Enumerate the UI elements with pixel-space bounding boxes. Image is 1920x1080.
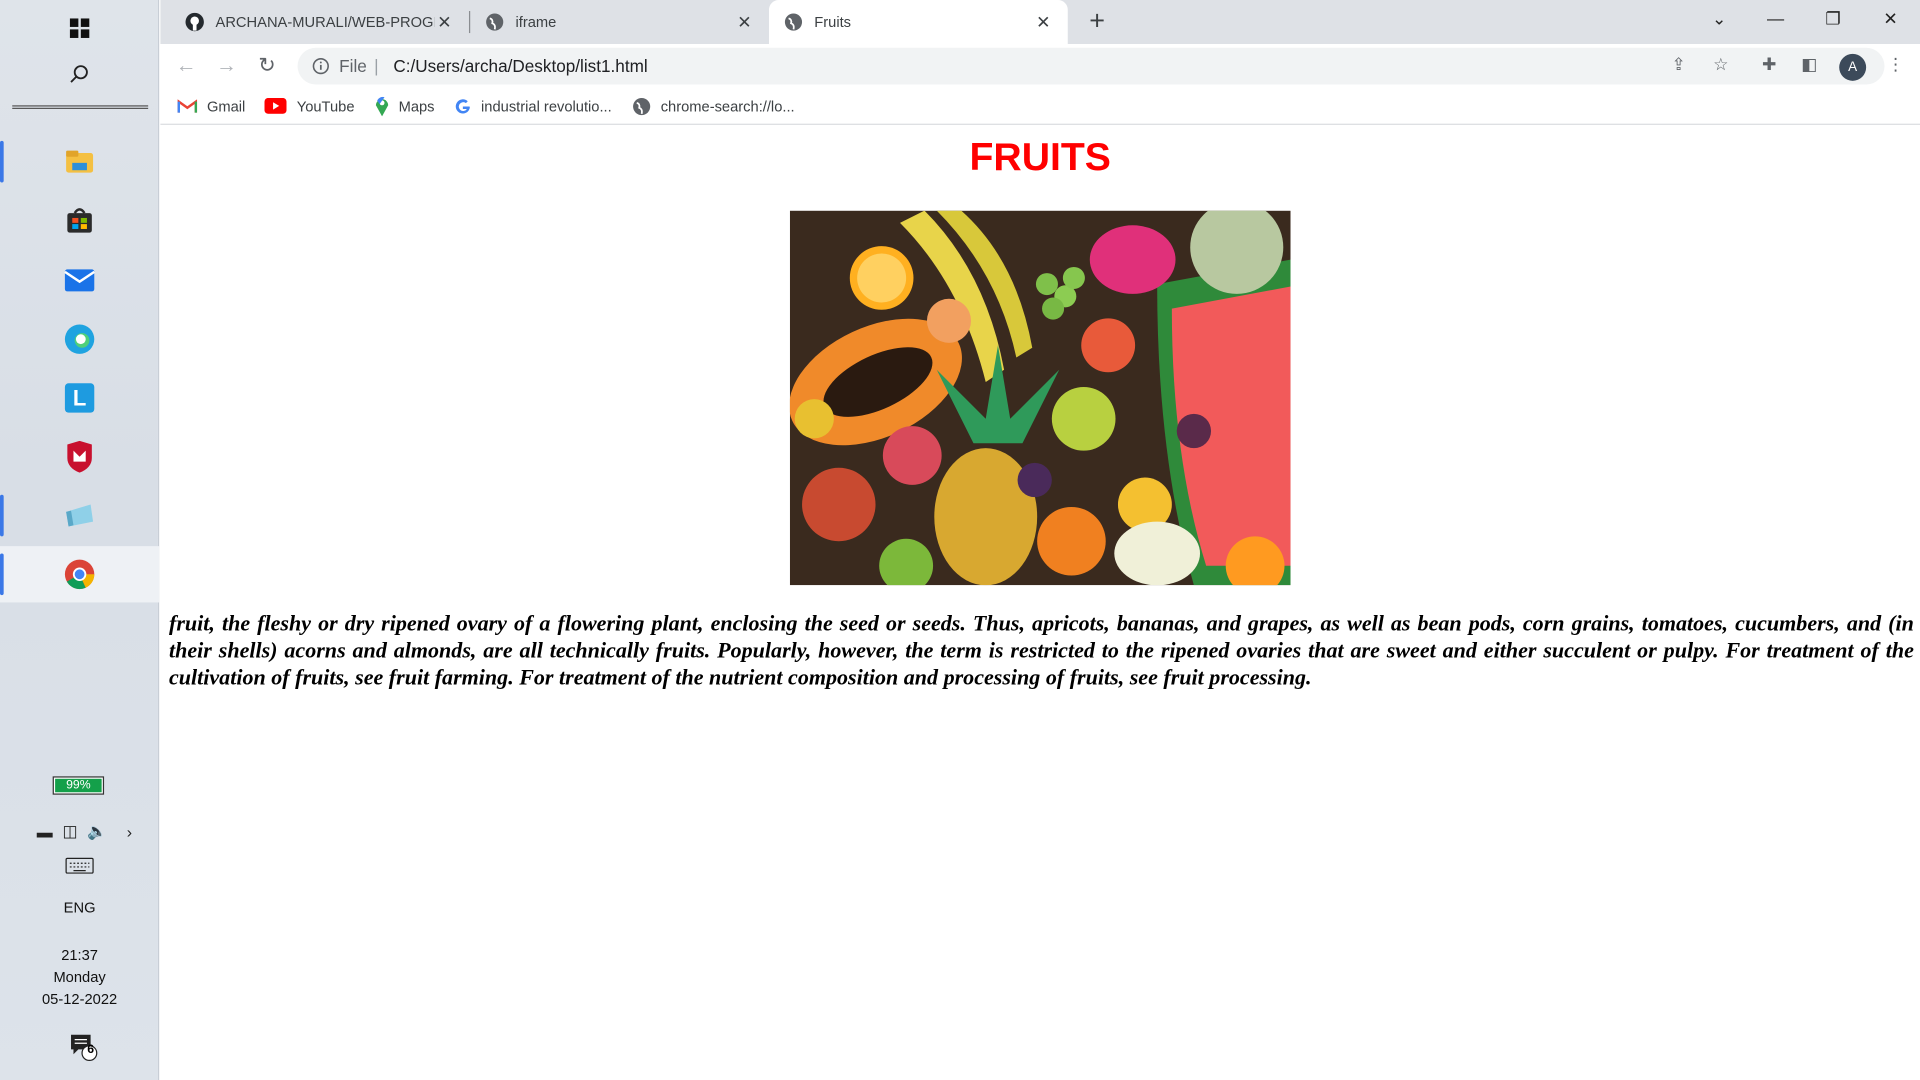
tab-title: iframe bbox=[515, 13, 557, 31]
mcafee-shield-icon bbox=[67, 440, 92, 473]
clock-date[interactable]: 05-12-2022 bbox=[0, 988, 159, 1010]
close-tab-icon[interactable]: ✕ bbox=[1033, 12, 1053, 33]
scheme-chip: File bbox=[339, 56, 367, 76]
store-icon bbox=[67, 208, 92, 233]
tab-github[interactable]: ARCHANA-MURALI/WEB-PROGR ✕ bbox=[170, 0, 469, 44]
close-window-button[interactable]: ✕ bbox=[1862, 0, 1918, 39]
page-viewport: FRUITS fruit, the fleshy or dry ripened … bbox=[160, 127, 1920, 1080]
page-heading: FRUITS bbox=[969, 134, 1111, 179]
bookmark-gmail[interactable]: Gmail bbox=[177, 97, 246, 115]
bookmark-label: industrial revolutio... bbox=[481, 97, 612, 115]
taskbar-app-chrome[interactable] bbox=[0, 546, 160, 603]
search-button[interactable] bbox=[0, 47, 159, 103]
mail-icon bbox=[64, 269, 95, 292]
chevron-right-icon[interactable]: › bbox=[127, 822, 132, 840]
language-indicator[interactable]: ENG bbox=[0, 896, 159, 918]
taskbar-app-file-explorer[interactable] bbox=[0, 133, 159, 189]
globe-icon bbox=[486, 13, 504, 31]
notes-icon bbox=[66, 504, 94, 527]
chrome-window: ARCHANA-MURALI/WEB-PROGR ✕ iframe ✕ Frui… bbox=[160, 0, 1920, 1080]
bookmark-industrial-revolution[interactable]: industrial revolutio... bbox=[454, 97, 612, 114]
address-bar[interactable]: File | C:/Users/archa/Desktop/list1.html bbox=[297, 47, 1885, 85]
folder-icon bbox=[66, 150, 94, 173]
restore-button[interactable]: ❐ bbox=[1805, 0, 1861, 39]
scheme-divider: | bbox=[374, 56, 379, 76]
keyboard-icon[interactable] bbox=[0, 857, 159, 880]
chrome-icon bbox=[64, 559, 95, 590]
bookmark-label: Gmail bbox=[206, 97, 246, 115]
taskbar-separator bbox=[12, 105, 149, 109]
side-panel-icon[interactable]: ◧ bbox=[1801, 54, 1817, 75]
edge-icon bbox=[64, 324, 95, 354]
maps-icon bbox=[375, 96, 388, 116]
share-icon[interactable]: ⇪ bbox=[1671, 54, 1685, 75]
fruit-description: fruit, the fleshy or dry ripened ovary o… bbox=[168, 611, 1914, 690]
profile-avatar[interactable]: A bbox=[1839, 53, 1867, 81]
search-icon bbox=[70, 65, 88, 83]
extensions-icon[interactable]: ✚ bbox=[1762, 54, 1776, 75]
running-indicator bbox=[0, 140, 4, 183]
bookmark-label: Maps bbox=[398, 97, 435, 115]
close-tab-icon[interactable]: ✕ bbox=[735, 12, 755, 33]
gmail-icon bbox=[177, 98, 198, 113]
running-indicator bbox=[0, 494, 4, 537]
fruits-image bbox=[789, 210, 1291, 586]
google-icon bbox=[455, 98, 470, 113]
new-tab-button[interactable]: + bbox=[1081, 6, 1113, 38]
taskbar-app-mail[interactable] bbox=[0, 252, 159, 308]
info-icon bbox=[312, 57, 329, 75]
menu-kebab-icon[interactable]: ⋮ bbox=[1887, 54, 1904, 75]
tab-title: Fruits bbox=[814, 13, 852, 31]
battery-indicator[interactable]: 99% bbox=[52, 776, 105, 795]
l-app-icon: L bbox=[64, 383, 95, 413]
clock-time[interactable]: 21:37 bbox=[0, 944, 159, 966]
taskbar-app-notes[interactable] bbox=[0, 487, 159, 543]
bookmark-label: YouTube bbox=[296, 97, 355, 115]
taskbar: L 99% ▬ ◫ 🔈 › ENG 21:37 Monday 05-12-202… bbox=[0, 0, 160, 1080]
taskbar-app-mcafee[interactable] bbox=[0, 429, 159, 485]
windows-icon bbox=[69, 18, 90, 38]
taskbar-app-l[interactable]: L bbox=[0, 370, 159, 426]
tab-iframe[interactable]: iframe ✕ bbox=[470, 0, 769, 44]
battery-percent: 99% bbox=[55, 778, 102, 793]
forward-button[interactable]: → bbox=[211, 50, 243, 82]
globe-icon bbox=[632, 97, 650, 115]
network-icon[interactable]: ▬ bbox=[37, 822, 53, 840]
bookmark-star-icon[interactable]: ☆ bbox=[1713, 54, 1728, 75]
notification-count: 6 bbox=[87, 1043, 95, 1057]
camera-icon[interactable]: ◫ bbox=[62, 822, 77, 842]
bookmarks-bar: Gmail YouTube Maps industrial revolutio.… bbox=[160, 88, 1920, 125]
back-button[interactable]: ← bbox=[170, 50, 202, 82]
url-text: C:/Users/archa/Desktop/list1.html bbox=[393, 56, 648, 76]
volume-icon[interactable]: 🔈 bbox=[87, 822, 107, 842]
tab-strip: ARCHANA-MURALI/WEB-PROGR ✕ iframe ✕ Frui… bbox=[160, 0, 1920, 45]
notification-button[interactable]: 6 bbox=[69, 1032, 98, 1062]
bookmark-maps[interactable]: Maps bbox=[374, 96, 435, 116]
tab-fruits[interactable]: Fruits ✕ bbox=[768, 0, 1068, 45]
bookmark-label: chrome-search://lo... bbox=[660, 97, 795, 115]
youtube-icon bbox=[264, 97, 287, 114]
minimize-button[interactable]: — bbox=[1747, 0, 1803, 39]
globe-icon bbox=[784, 13, 803, 31]
tray-icons: ▬ ◫ 🔈 › bbox=[37, 822, 147, 842]
bookmark-youtube[interactable]: YouTube bbox=[264, 97, 355, 115]
clock-day[interactable]: Monday bbox=[0, 966, 159, 988]
running-indicator bbox=[0, 553, 4, 596]
taskbar-app-edge[interactable] bbox=[0, 311, 159, 367]
tab-title: ARCHANA-MURALI/WEB-PROGR bbox=[215, 13, 435, 31]
taskbar-app-store[interactable] bbox=[0, 192, 159, 248]
reload-button[interactable]: ↻ bbox=[251, 50, 283, 82]
close-tab-icon[interactable]: ✕ bbox=[435, 12, 455, 33]
bookmark-chrome-search[interactable]: chrome-search://lo... bbox=[631, 96, 795, 116]
github-icon bbox=[185, 12, 204, 32]
toolbar: ← → ↻ File | C:/Users/archa/Desktop/list… bbox=[160, 44, 1920, 89]
tab-search-button[interactable]: ⌄ bbox=[1691, 0, 1747, 39]
